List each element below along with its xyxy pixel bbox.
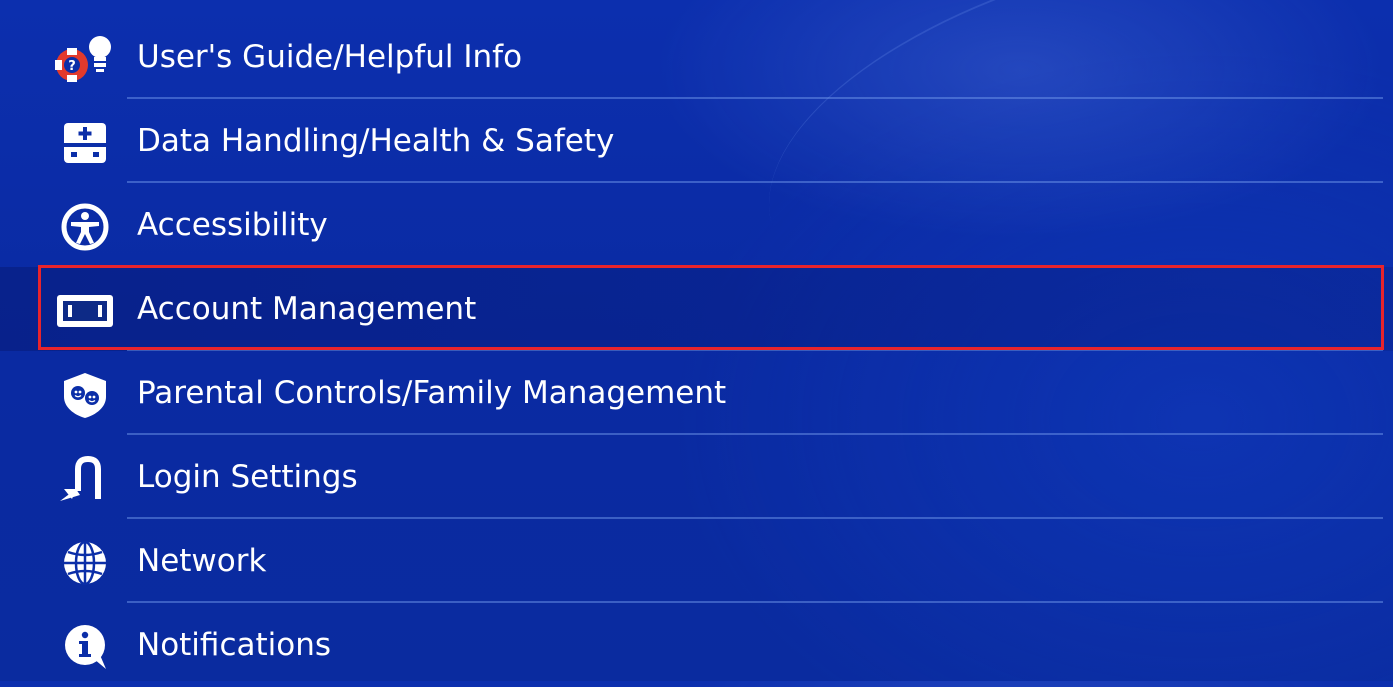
menu-item-label: Data Handling/Health & Safety [137,123,615,159]
menu-item-parental-controls[interactable]: Parental Controls/Family Management [0,351,1393,435]
id-card-icon [54,287,116,333]
info-bubble-icon [54,623,116,669]
menu-item-label: Accessibility [137,207,328,243]
menu-item-label: Network [137,543,267,579]
login-arrow-icon [54,455,116,501]
menu-item-label: Account Management [137,291,477,327]
menu-item-data-handling[interactable]: Data Handling/Health & Safety [0,99,1393,183]
menu-item-accessibility[interactable]: Accessibility [0,183,1393,267]
accessibility-icon [54,203,116,251]
menu-item-account-management[interactable]: Account Management [0,267,1393,351]
menu-item-label: Notifications [137,627,332,663]
settings-menu: ? User's Guide/Helpful Info Data Handlin… [0,15,1393,687]
menu-item-label: Parental Controls/Family Management [137,375,727,411]
lifebuoy-lightbulb-icon: ? [54,35,116,82]
menu-item-notifications[interactable]: Notifications [0,603,1393,687]
menu-item-label: User's Guide/Helpful Info [137,39,523,75]
menu-item-login-settings[interactable]: Login Settings [0,435,1393,519]
svg-text:?: ? [68,59,76,74]
first-aid-kit-icon [54,119,116,165]
menu-item-network[interactable]: Network [0,519,1393,603]
shield-faces-icon [54,371,116,418]
globe-icon [54,539,116,586]
menu-item-label: Login Settings [137,459,358,495]
menu-item-users-guide[interactable]: ? User's Guide/Helpful Info [0,15,1393,99]
